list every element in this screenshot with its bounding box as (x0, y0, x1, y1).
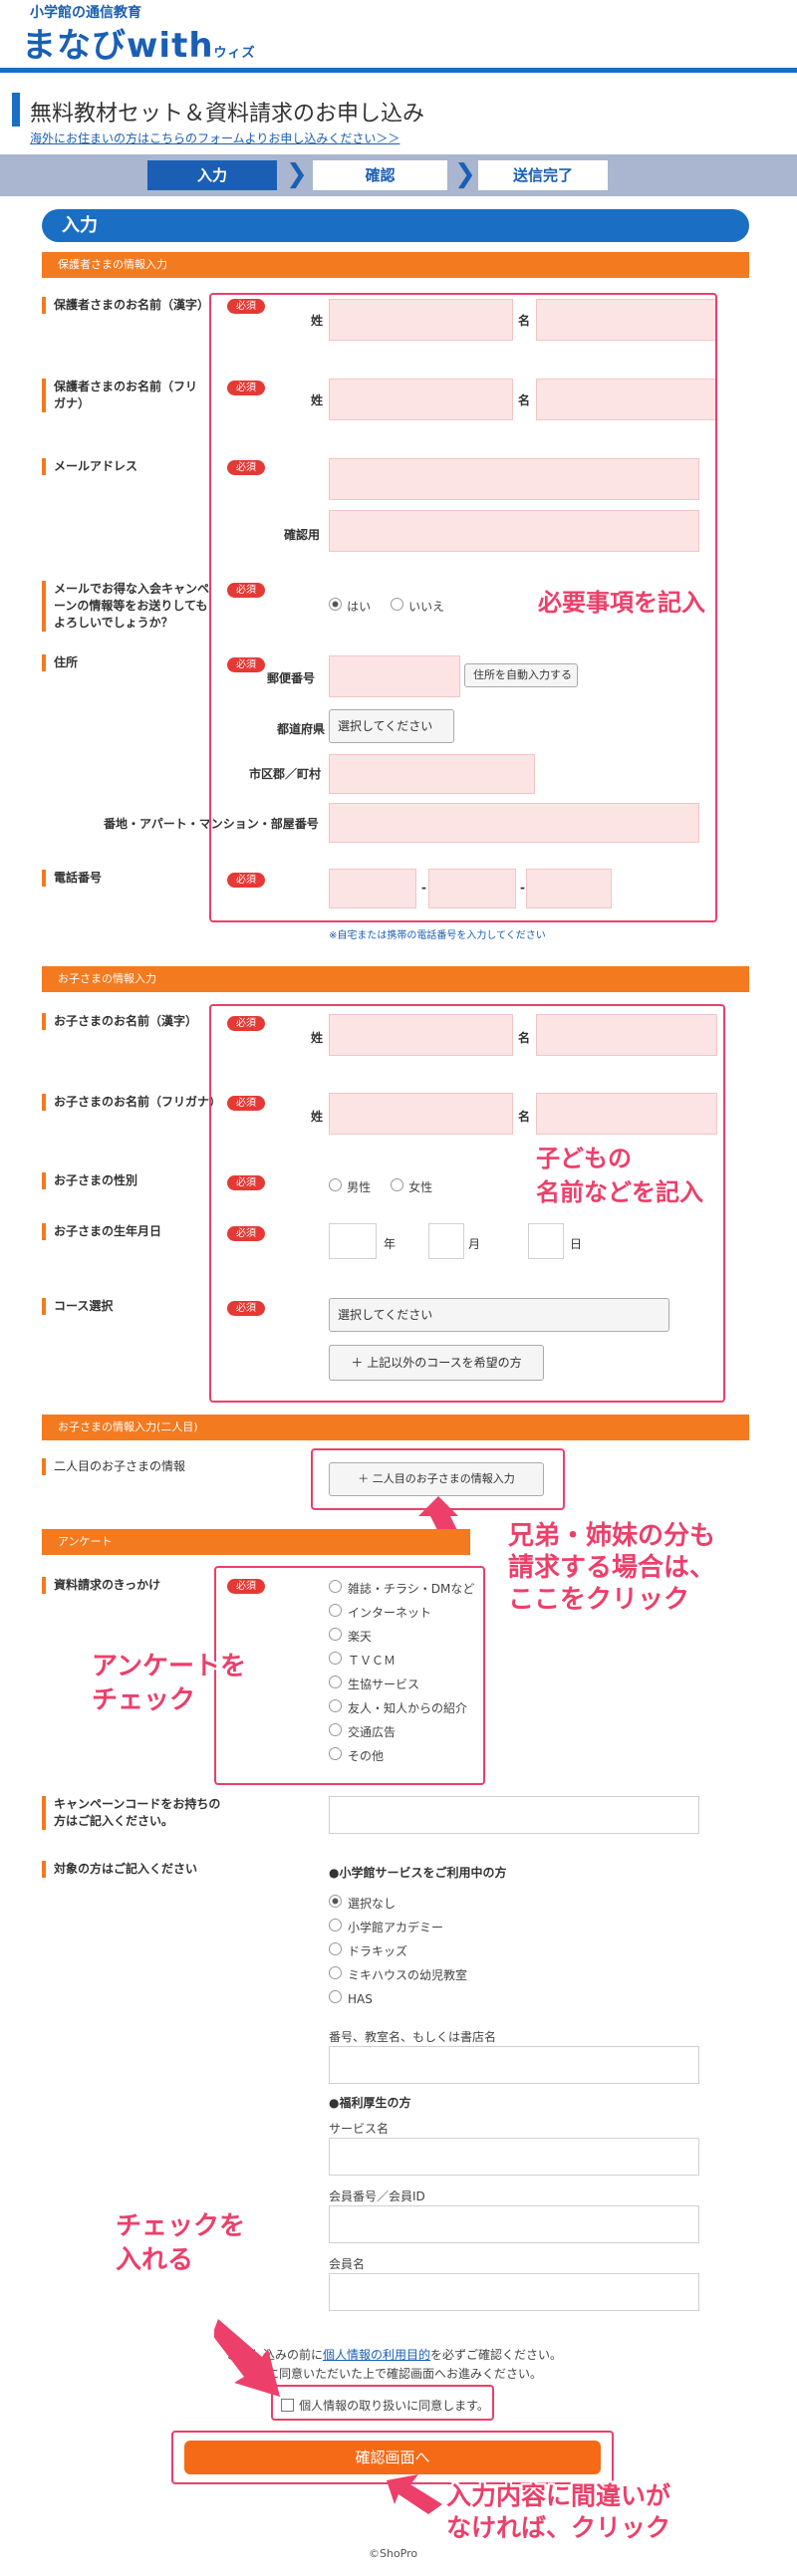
guardian-section-header: 保護者さまの情報入力 (42, 252, 749, 278)
member-id-label: 会員番号／会員ID (329, 2190, 425, 2203)
course-label: コース選択 (42, 1298, 161, 1315)
highlight-box-survey (214, 1566, 485, 1785)
annotation-child-line2: 名前などを記入 (536, 1178, 703, 1206)
child2-label: 二人目のお子さまの情報 (42, 1458, 191, 1475)
phone-note: ※自宅または携帯の電話番号を入力してください (329, 930, 546, 941)
annotation-privacy: チェックを 入れる (116, 2209, 245, 2277)
child-name-kana-label: お子さまのお名前（フリガナ） (42, 1094, 226, 1111)
annotation-child: 子どもの名前などを記入 (536, 1142, 703, 1209)
annotation-child2-line3: ここをクリック (508, 1585, 690, 1615)
radio-icon[interactable] (329, 1942, 342, 1955)
radio-option-label: ミキハウスの幼児教室 (348, 1968, 468, 1982)
radio-icon[interactable] (329, 1919, 342, 1932)
service-name-label: サービス名 (329, 2122, 390, 2136)
child-name-kanji-label: お子さまのお名前（漢字） (42, 1013, 221, 1030)
radio-icon[interactable] (329, 1966, 342, 1979)
annotation-child2-line2: 請求する場合は、 (508, 1553, 716, 1583)
email-label: メールアドレス (42, 458, 201, 475)
radio-icon[interactable] (329, 1895, 342, 1908)
welfare-heading: ●福利厚生の方 (329, 2096, 411, 2110)
logo[interactable]: まなびwithウィズ (22, 18, 256, 67)
annotation-privacy-line1: チェックを (116, 2211, 246, 2241)
radio-option[interactable]: 小学館アカデミー (329, 1917, 467, 1940)
privacy-text-line2: 内容に同意いただいた上で確認画面へお進みください。 (243, 2367, 543, 2381)
arrow-icon (387, 2474, 442, 2514)
privacy-text-post: を必ずご確認ください。 (430, 2348, 563, 2362)
service-name-input[interactable] (329, 2138, 699, 2176)
overseas-link[interactable]: 海外にお住まいの方はこちらのフォームよりお申し込みください＞＞ (30, 129, 399, 146)
radio-option[interactable]: HAS (329, 1988, 467, 2012)
annotation-privacy-line2: 入れる (116, 2245, 194, 2275)
radio-option-label: 小学館アカデミー (348, 1921, 444, 1934)
annotation-child2-line1: 兄弟・姉妹の分も (508, 1521, 716, 1551)
guardian-name-kanji-label: 保護者さまのお名前（漢字） (42, 297, 221, 314)
annotation-confirm: 入力内容に間違いが なければ、クリック (446, 2480, 670, 2544)
radio-icon[interactable] (329, 1990, 342, 2003)
annotation-child2: 兄弟・姉妹の分も 請求する場合は、 ここをクリック (508, 1520, 715, 1616)
child-birth-label: お子さまの生年月日 (42, 1223, 201, 1240)
campaign-code-label: キャンペーンコードをお持ちの方はご記入ください。 (42, 1796, 221, 1830)
radio-option-label: HAS (348, 1992, 373, 2006)
target-label: 対象の方はご記入ください (42, 1861, 221, 1878)
header-bar (0, 68, 797, 73)
number-label: 番号、教室名、もしくは書店名 (329, 2030, 497, 2044)
child-section-header: お子さまの情報入力 (42, 966, 749, 992)
radio-option[interactable]: ドラキッズ (329, 1940, 467, 1964)
annotation-survey: アンケートを チェック (92, 1650, 246, 1717)
member-id-input[interactable] (329, 2205, 699, 2243)
step-complete: 送信完了 (478, 160, 608, 190)
radio-option-label: 選択なし (348, 1897, 397, 1911)
title-accent (12, 93, 20, 127)
radio-option[interactable]: 選択なし (329, 1893, 467, 1917)
privacy-purpose-link[interactable]: 個人情報の利用目的 (323, 2348, 430, 2362)
annotation-confirm-line2: なければ、クリック (446, 2513, 671, 2542)
campaign-code-input[interactable] (329, 1796, 699, 1834)
step-arrow-icon: ❯ (454, 159, 476, 189)
footer-copyright: ©ShoPro (369, 2547, 418, 2560)
annotation-guardian: 必要事項を記入 (538, 589, 705, 617)
page-title: 無料教材セット＆資料請求のお申し込み (30, 102, 425, 127)
privacy-agree-checkbox[interactable]: 個人情報の取り扱いに同意します。 (281, 2395, 489, 2414)
radio-option[interactable]: ミキハウスの幼児教室 (329, 1964, 467, 1988)
radio-option-label: ドラキッズ (348, 1944, 408, 1958)
child2-section-header: お子さまの情報入力(二人目) (42, 1415, 749, 1440)
logo-text: まなびwith (22, 26, 214, 66)
child-gender-label: お子さまの性別 (42, 1172, 201, 1189)
campaign-question-label: メールでお得な入会キャンペーンの情報等をお送りしてもよろしいでしょうか？ (42, 581, 216, 632)
shogakukan-options: 選択なし小学館アカデミー ドラキッズミキハウスの幼児教室 HAS (329, 1893, 467, 2012)
step-arrow-icon: ❯ (286, 159, 308, 189)
annotation-confirm-line1: 入力内容に間違いが (446, 2481, 671, 2510)
member-name-input[interactable] (329, 2273, 699, 2311)
member-name-label: 会員名 (329, 2257, 366, 2271)
survey-label: 資料請求のきっかけ (42, 1577, 181, 1594)
address-label: 住所 (42, 654, 161, 671)
phone-label: 電話番号 (42, 870, 161, 887)
confirm-button[interactable]: 確認画面へ (184, 2441, 601, 2474)
arrow-icon (214, 2319, 280, 2397)
annotation-child-line1: 子どもの (536, 1145, 632, 1172)
checkbox-icon[interactable] (281, 2399, 294, 2412)
annotation-survey-line2: チェック (92, 1685, 196, 1715)
input-heading: 入力 (42, 209, 749, 242)
step-confirm: 確認 (313, 160, 447, 190)
logo-suffix: ウィズ (213, 46, 256, 61)
survey-section-header: アンケート (42, 1529, 470, 1555)
annotation-survey-line1: アンケートを (92, 1652, 246, 1681)
step-input: 入力 (147, 160, 277, 190)
privacy-agree-label: 個人情報の取り扱いに同意します。 (299, 2399, 489, 2413)
guardian-name-kana-label: 保護者さまのお名前（フリガナ） (42, 379, 206, 412)
shogakukan-heading: ●小学館サービスをご利用中の方 (329, 1866, 507, 1880)
number-input[interactable] (329, 2046, 699, 2084)
